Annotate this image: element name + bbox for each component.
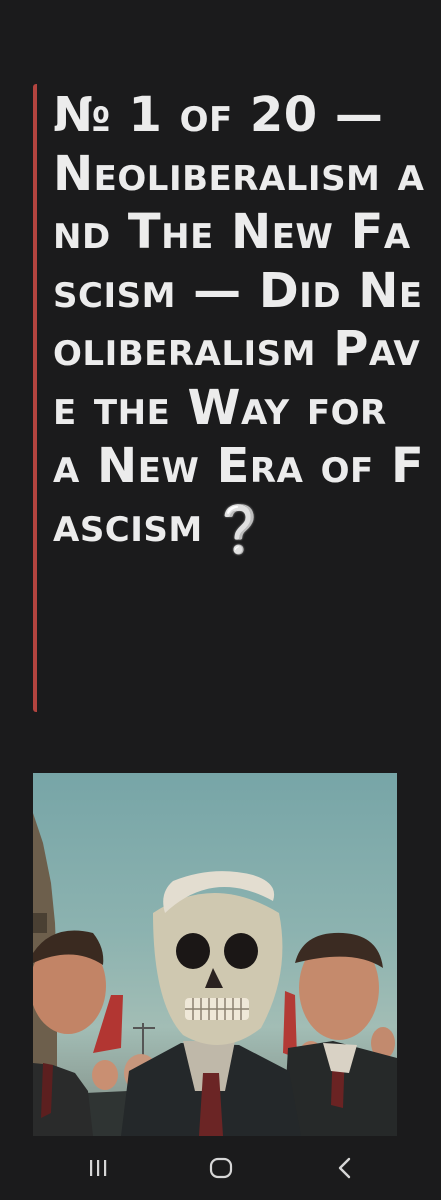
back-button[interactable] [325, 1150, 365, 1186]
home-button[interactable] [201, 1150, 241, 1186]
android-navigation-bar [0, 1136, 441, 1200]
post-title: № 1 of 20 — Neoliberalism and The New Fa… [53, 86, 428, 554]
post-image[interactable] [33, 773, 397, 1136]
recents-button[interactable] [78, 1150, 118, 1186]
post-title-block: № 1 of 20 — Neoliberalism and The New Fa… [33, 84, 428, 712]
recents-icon [90, 1160, 107, 1176]
post-title-text: № 1 of 20 — Neoliberalism and The New Fa… [53, 87, 425, 553]
post-image-illustration [33, 813, 397, 1136]
question-mark-icon: ❔ [210, 501, 269, 556]
back-icon [338, 1157, 351, 1179]
home-icon [209, 1157, 233, 1179]
